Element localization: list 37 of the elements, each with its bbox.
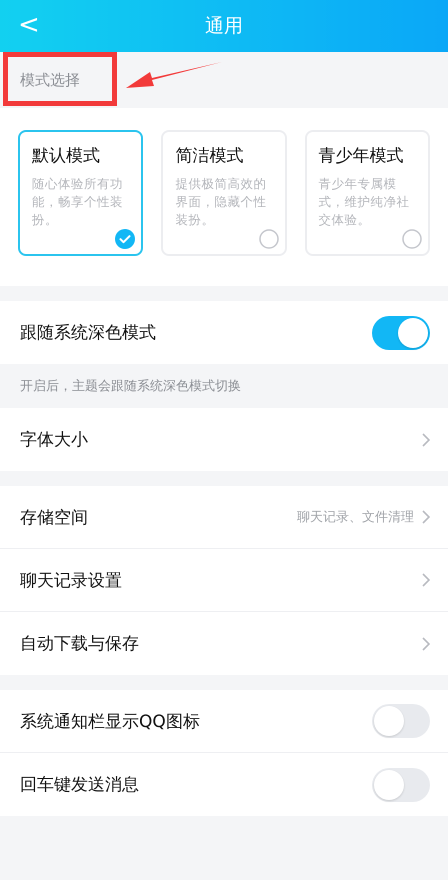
toggle-switch[interactable] bbox=[372, 316, 430, 350]
mode-description: 提供极简高效的界面，隐藏个性装扮。 bbox=[175, 175, 268, 229]
settings-row[interactable]: 跟随系统深色模式 bbox=[0, 301, 448, 364]
chevron-right-icon bbox=[422, 573, 430, 587]
mode-name: 青少年模式 bbox=[318, 145, 405, 167]
hint-text: 开启后，主题会跟随系统深色模式切换 bbox=[20, 378, 241, 395]
mode-name: 默认模式 bbox=[32, 145, 101, 167]
section-label: 模式选择 bbox=[20, 70, 80, 90]
checked-radio-icon bbox=[115, 229, 136, 249]
radio-icon bbox=[258, 229, 279, 249]
toggle-switch[interactable] bbox=[372, 704, 430, 738]
mode-description: 青少年专属模式，维护纯净社交体验。 bbox=[318, 175, 411, 229]
mode-card[interactable]: 青少年模式 青少年专属模式，维护纯净社交体验。 bbox=[304, 130, 430, 256]
toggle-switch[interactable] bbox=[372, 768, 430, 802]
row-label: 自动下载与保存 bbox=[20, 633, 139, 655]
row-label: 存储空间 bbox=[20, 506, 88, 528]
radio-icon bbox=[402, 229, 422, 249]
row-label: 系统通知栏显示QQ图标 bbox=[20, 710, 200, 732]
page-title: 通用 bbox=[205, 14, 243, 39]
chevron-right-icon bbox=[422, 432, 430, 446]
row-label: 聊天记录设置 bbox=[20, 570, 122, 592]
mode-card[interactable]: 默认模式 随心体验所有功能，畅享个性装扮。 bbox=[18, 130, 144, 256]
settings-row[interactable]: 系统通知栏显示QQ图标 bbox=[0, 690, 448, 753]
row-label: 跟随系统深色模式 bbox=[20, 322, 156, 344]
mode-description: 随心体验所有功能，畅享个性装扮。 bbox=[32, 175, 124, 229]
row-value: 聊天记录、文件清理 bbox=[297, 509, 414, 526]
settings-row[interactable]: 字体大小 bbox=[0, 408, 448, 471]
settings-row[interactable]: 存储空间 聊天记录、文件清理 bbox=[0, 486, 448, 549]
settings-row[interactable]: 聊天记录设置 bbox=[0, 549, 448, 612]
row-label: 字体大小 bbox=[20, 429, 88, 451]
row-label: 回车键发送消息 bbox=[20, 774, 139, 796]
chevron-right-icon bbox=[422, 510, 430, 524]
mode-card[interactable]: 简洁模式 提供极简高效的界面，隐藏个性装扮。 bbox=[161, 130, 287, 256]
settings-row[interactable]: 自动下载与保存 bbox=[0, 612, 448, 675]
settings-row[interactable]: 回车键发送消息 bbox=[0, 753, 448, 816]
chevron-right-icon bbox=[422, 636, 430, 650]
mode-name: 简洁模式 bbox=[175, 145, 244, 167]
